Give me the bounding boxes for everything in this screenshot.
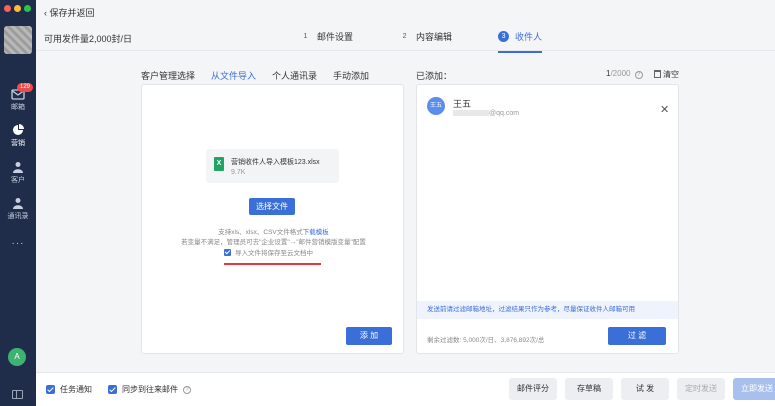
step-content-edit[interactable]: 2 内容编辑 [399,30,452,43]
close-window-icon[interactable] [4,5,11,12]
clear-button[interactable]: 清空 [654,69,679,80]
sidebar-item-label: 客户 [11,177,25,184]
back-label: 保存并返回 [49,8,95,18]
pie-chart-icon [13,124,24,135]
tab-file-import[interactable]: 从文件导入 [211,69,257,87]
trash-icon [654,70,661,78]
tab-manual-add[interactable]: 手动添加 [333,69,369,82]
recipient-count: 1/2000 ? [606,69,643,79]
file-size: 9.7K [231,169,246,176]
step-label: 内容编辑 [416,32,453,42]
filter-button[interactable]: 过 滤 [608,327,666,345]
sidebar: 129 邮箱 营销 客户 通讯录 ··· A [0,0,36,406]
sync-mail-label: 同步到往来邮件 [122,385,178,394]
choose-file-button[interactable]: 选择文件 [249,198,295,215]
email-redacted [453,110,489,117]
mail-score-button[interactable]: 邮件评分 [509,378,557,400]
save-to-cloud-checkbox[interactable]: 导入文件将保存至云文档中 [224,247,313,257]
task-notify-checkbox[interactable]: 任务通知 [46,384,92,395]
send-quota: 可用发件量2,000封/日 [44,34,133,44]
maximize-window-icon[interactable] [24,5,31,12]
checkbox-checked-icon[interactable] [108,385,117,394]
clear-label: 清空 [663,70,679,79]
download-template-link[interactable]: 下载模板 [303,229,329,236]
help-icon[interactable]: ? [183,385,191,394]
contact-email: @qq.com [453,110,519,117]
test-send-button[interactable]: 试 发 [621,378,669,400]
save-to-cloud-label: 导入文件将保存至云文档中 [235,250,313,257]
contact-name: 王五 [453,99,472,109]
filter-notice: 发送前请过滤邮箱地址，过滤结果只作为参考，尽量保证收件人邮箱可用 [417,301,678,319]
step-mail-settings[interactable]: 1 邮件设置 [300,30,353,43]
help-icon[interactable]: ? [634,71,643,79]
footer-bar: 任务通知 同步到往来邮件 ? 邮件评分 存草稿 试 发 定时发送 立即发送 [36,372,775,406]
sidebar-item-label: 营销 [11,140,25,147]
step-label: 收件人 [515,32,543,42]
task-notify-label: 任务通知 [60,385,92,394]
back-button[interactable]: ‹ 保存并返回 [44,6,95,19]
recipient-source-tabs: 客户管理选择 从文件导入 个人通讯录 手动添加 [141,69,369,87]
contact-avatar: 王五 [427,97,445,115]
file-import-panel: X 营销收件人导入模板123.xlsx 9.7K 选择文件 支持xls、xlsx… [141,84,404,354]
step-indicator: 1 邮件设置 2 内容编辑 3 收件人 [300,30,588,53]
checkbox-checked-icon[interactable] [46,385,55,394]
tab-customer-select[interactable]: 客户管理选择 [141,69,195,82]
unread-badge: 129 [17,83,34,92]
checkbox-checked-icon[interactable] [224,248,231,256]
sidebar-item-label: 通讯录 [7,213,29,220]
tab-personal-contacts[interactable]: 个人通讯录 [272,69,317,82]
header-divider [36,50,775,51]
step-label: 邮件设置 [317,32,354,42]
remaining-filter-count: 剩余过滤数: 5,000次/日、3,876,892次/总 [427,337,545,344]
sync-mail-checkbox[interactable]: 同步到往来邮件 ? [108,384,191,395]
added-label: 已添加： [416,71,453,81]
sidebar-toggle-icon[interactable] [12,390,23,399]
highlight-underline [224,263,321,265]
step-number: 3 [498,31,510,42]
window-controls [4,5,31,12]
send-now-button[interactable]: 立即发送 [733,378,775,400]
supported-formats: 支持xls、xlsx、CSV文件格式下载模板 [142,226,405,236]
contacts-icon [13,198,23,209]
more-icon[interactable]: ··· [0,238,36,249]
step-recipients[interactable]: 3 收件人 [498,30,543,53]
variables-hint: 若变量不满足，管理员可去"企业设置"→"邮件营销模版变量"配置 [181,239,366,246]
remove-contact-icon[interactable]: ✕ [660,103,669,116]
minimize-window-icon[interactable] [14,5,21,12]
excel-file-icon: X [214,157,224,171]
email-suffix: @qq.com [489,110,520,117]
step-number: 1 [303,33,308,40]
customer-icon [13,162,23,173]
save-draft-button[interactable]: 存草稿 [565,378,613,400]
file-name: 营销收件人导入模板123.xlsx [231,159,320,166]
recipient-list-panel: 王五 王五 @qq.com ✕ 发送前请过滤邮箱地址，过滤结果只作为参考，尽量保… [416,84,679,354]
sidebar-item-mail[interactable]: 129 邮箱 [0,83,36,112]
add-button[interactable]: 添 加 [346,327,392,345]
sidebar-item-label: 邮箱 [11,104,25,111]
step-number: 2 [402,33,407,40]
count-max: /2000 [610,69,631,78]
sidebar-item-marketing[interactable]: 营销 [0,124,36,148]
uploaded-file-card[interactable]: X 营销收件人导入模板123.xlsx 9.7K [206,149,339,183]
company-avatar[interactable] [4,26,32,54]
schedule-send-button[interactable]: 定时发送 [677,378,725,400]
user-avatar[interactable]: A [8,348,26,366]
supported-formats-text: 支持xls、xlsx、CSV文件格式 [218,229,303,236]
sidebar-item-contacts[interactable]: 通讯录 [0,197,36,221]
sidebar-item-customers[interactable]: 客户 [0,161,36,185]
